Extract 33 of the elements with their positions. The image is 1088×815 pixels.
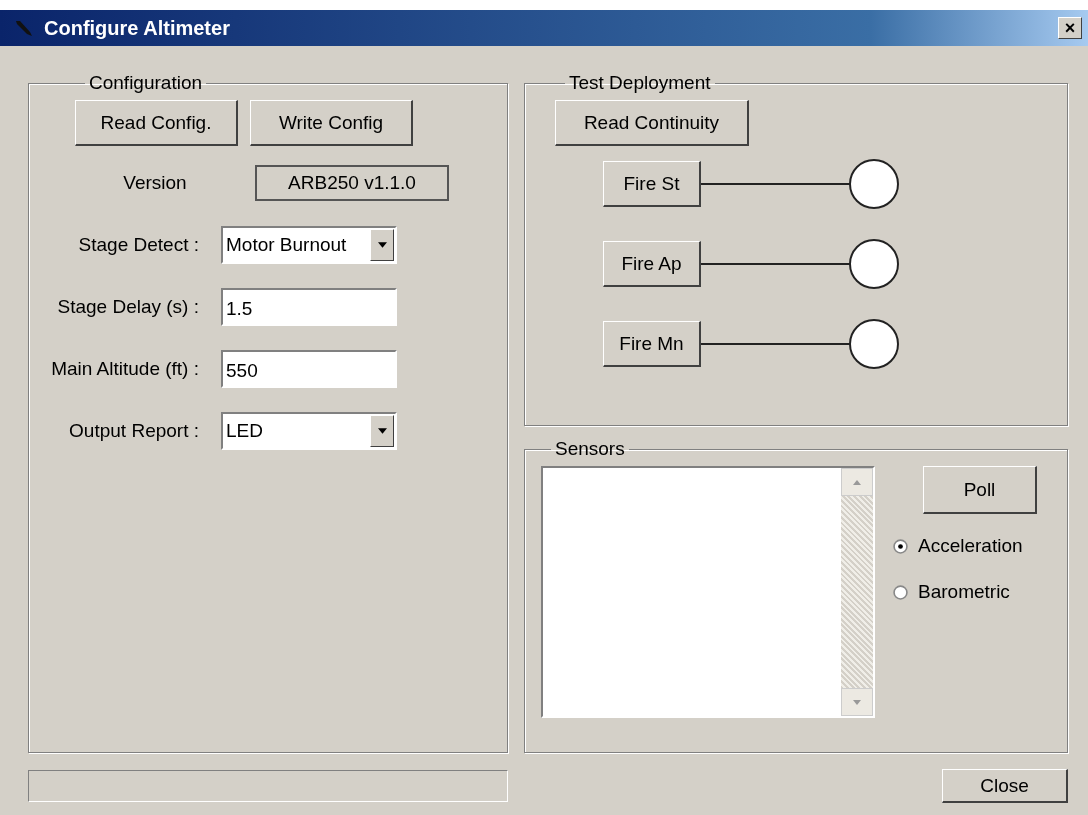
caret-icon bbox=[377, 242, 387, 248]
config-button[interactable]: Read Config. bbox=[75, 100, 238, 146]
dropdown[interactable]: Motor Burnout bbox=[221, 226, 397, 264]
radio-button[interactable] bbox=[893, 584, 908, 600]
group-title: Configuration bbox=[88, 72, 204, 94]
poll-button[interactable]: Poll bbox=[923, 466, 1037, 514]
field-label: Main Altitude (ft) : bbox=[50, 358, 200, 380]
radio-button[interactable] bbox=[893, 538, 908, 554]
app-icon bbox=[14, 18, 34, 38]
sensor-output-box[interactable] bbox=[541, 466, 875, 718]
read-continuity-button[interactable]: Read Continuity bbox=[555, 100, 749, 146]
config-button[interactable]: Write Config bbox=[250, 100, 413, 146]
radio-label: Barometric bbox=[918, 581, 1010, 603]
input-field[interactable]: 550 bbox=[221, 350, 397, 388]
radio-label: Acceleration bbox=[918, 535, 1023, 557]
scroll-down-icon[interactable] bbox=[841, 688, 873, 716]
caret-icon bbox=[377, 428, 387, 434]
field-label: Stage Delay (s) : bbox=[56, 296, 200, 318]
field-label: Output Report : bbox=[68, 420, 200, 442]
close-icon[interactable]: × bbox=[1058, 17, 1082, 39]
field-label: Version bbox=[122, 172, 188, 194]
version-value: ARB250 v1.1.0 bbox=[255, 165, 449, 201]
close-button[interactable]: Close bbox=[942, 769, 1068, 803]
fire-button[interactable]: Fire St bbox=[603, 161, 701, 207]
scroll-up-icon[interactable] bbox=[841, 468, 873, 496]
window-title: Configure Altimeter bbox=[44, 16, 231, 40]
input-field[interactable]: 1.5 bbox=[221, 288, 397, 326]
group-title: Sensors bbox=[554, 438, 626, 460]
fire-button[interactable]: Fire Ap bbox=[603, 241, 701, 287]
field-label: Stage Detect : bbox=[77, 234, 200, 256]
fire-button[interactable]: Fire Mn bbox=[603, 321, 701, 367]
group-title: Test Deployment bbox=[568, 72, 712, 94]
dropdown[interactable]: LED bbox=[221, 412, 397, 450]
